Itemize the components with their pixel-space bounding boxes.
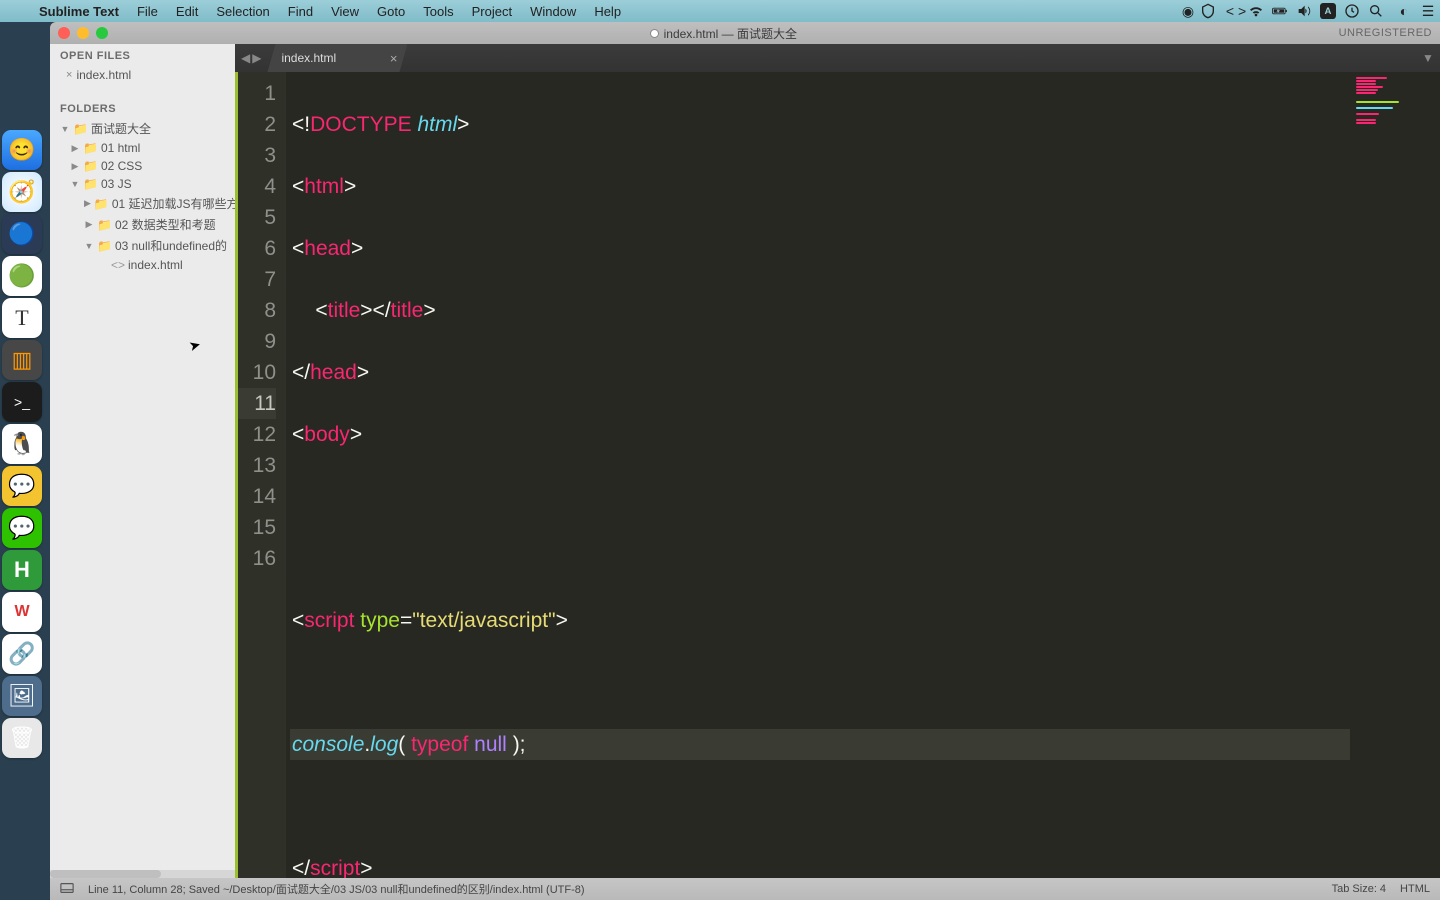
- folder-tree: ▼📁面试题大全 ▶📁01 html ▶📁02 CSS ▼📁03 JS ▶📁01 …: [50, 118, 235, 274]
- folder-icon: 📁: [94, 197, 109, 211]
- folder-03a[interactable]: ▶📁01 延迟加载JS有哪些方: [54, 193, 235, 214]
- minimize-window-button[interactable]: [77, 27, 89, 39]
- window-titlebar[interactable]: index.html — 面试题大全 UNREGISTERED: [50, 22, 1440, 44]
- menu-edit[interactable]: Edit: [167, 4, 207, 19]
- menu-window[interactable]: Window: [521, 4, 585, 19]
- zoom-window-button[interactable]: [96, 27, 108, 39]
- dock-quicktime-icon[interactable]: 🔵: [2, 214, 42, 254]
- wifi-icon[interactable]: [1248, 3, 1272, 19]
- dock-app1-icon[interactable]: 💬: [2, 466, 42, 506]
- menu-project[interactable]: Project: [463, 4, 521, 19]
- unregistered-label: UNREGISTERED: [1339, 27, 1432, 39]
- code-icon[interactable]: < >: [1224, 3, 1248, 19]
- sidebar: OPEN FILES × index.html FOLDERS ▼📁面试题大全 …: [50, 44, 235, 878]
- folder-03-js[interactable]: ▼📁03 JS: [54, 175, 235, 193]
- dock-baidu-icon[interactable]: 🔗: [2, 634, 42, 674]
- folder-03c[interactable]: ▼📁03 null和undefined的: [54, 235, 235, 256]
- folders-header: FOLDERS: [50, 97, 235, 118]
- folder-icon: 📁: [83, 141, 98, 155]
- dock-hbuilder-icon[interactable]: H: [2, 550, 42, 590]
- window-title: index.html — 面试题大全: [108, 25, 1339, 42]
- folder-icon: 📁: [97, 218, 112, 232]
- panel-toggle-icon[interactable]: [60, 881, 74, 898]
- menu-selection[interactable]: Selection: [207, 4, 278, 19]
- dock-wechat-icon[interactable]: 💬: [2, 508, 42, 548]
- record-icon[interactable]: ◉: [1176, 3, 1200, 20]
- menu-find[interactable]: Find: [279, 4, 322, 19]
- dock-chrome-icon[interactable]: 🟢: [2, 256, 42, 296]
- status-bar: Line 11, Column 28; Saved ~/Desktop/面试题大…: [50, 878, 1440, 900]
- file-icon: <>: [111, 258, 125, 272]
- clock-icon[interactable]: [1344, 3, 1368, 19]
- tab-bar: ◀▶ index.html × ▼: [235, 44, 1440, 72]
- editor-pane: ◀▶ index.html × ▼ 1 2 3 4 5 6 7: [235, 44, 1440, 878]
- close-file-icon[interactable]: ×: [66, 69, 72, 81]
- menu-view[interactable]: View: [322, 4, 368, 19]
- control-center-icon[interactable]: ☰: [1416, 3, 1440, 20]
- svg-text:A: A: [1325, 6, 1332, 17]
- dock-wps-icon[interactable]: W: [2, 592, 42, 632]
- app-menu[interactable]: Sublime Text: [30, 4, 128, 19]
- open-file-name: index.html: [76, 68, 131, 82]
- tab-label: index.html: [281, 51, 336, 65]
- macos-menubar: Sublime Text File Edit Selection Find Vi…: [0, 0, 1440, 22]
- dock-trash-icon[interactable]: 🗑: [2, 718, 42, 758]
- battery-icon[interactable]: [1272, 3, 1296, 19]
- close-window-button[interactable]: [58, 27, 70, 39]
- file-index-html[interactable]: <>index.html: [54, 256, 235, 274]
- menu-file[interactable]: File: [128, 4, 167, 19]
- code-area[interactable]: 1 2 3 4 5 6 7 8 9 10 11 12 13 14 15 16: [235, 72, 1440, 878]
- code-text[interactable]: <!DOCTYPE html> <html> <head> <title></t…: [286, 72, 1350, 878]
- tab-overflow-icon[interactable]: ▼: [1416, 44, 1440, 72]
- volume-icon[interactable]: [1296, 3, 1320, 19]
- folder-icon: 📁: [97, 239, 112, 253]
- traffic-lights: [58, 27, 108, 39]
- menu-help[interactable]: Help: [585, 4, 630, 19]
- minimap[interactable]: [1350, 72, 1440, 878]
- shield-icon[interactable]: [1200, 3, 1224, 19]
- dock-preview-icon[interactable]: 🖼: [2, 676, 42, 716]
- sidebar-hscrollbar[interactable]: [50, 870, 235, 878]
- line-gutter[interactable]: 1 2 3 4 5 6 7 8 9 10 11 12 13 14 15 16: [238, 72, 286, 878]
- tab-index-html[interactable]: index.html ×: [267, 44, 407, 72]
- folder-02-css[interactable]: ▶📁02 CSS: [54, 157, 235, 175]
- siri-icon[interactable]: ◐: [1392, 3, 1416, 19]
- folder-03b[interactable]: ▶📁02 数据类型和考题: [54, 214, 235, 235]
- tab-nav-arrows[interactable]: ◀▶: [235, 44, 267, 72]
- window-title-text: index.html — 面试题大全: [664, 25, 797, 42]
- menu-goto[interactable]: Goto: [368, 4, 414, 19]
- dock-terminal-icon[interactable]: >_: [2, 382, 42, 422]
- macos-dock: 😊 🧭 🔵 🟢 T ▥ >_ 🐧 💬 💬 H W 🔗 🖼 🗑: [2, 130, 46, 758]
- folder-root[interactable]: ▼📁面试题大全: [54, 118, 235, 139]
- sublime-window: index.html — 面试题大全 UNREGISTERED OPEN FIL…: [50, 22, 1440, 900]
- dock-text-icon[interactable]: T: [2, 298, 42, 338]
- status-tabsize[interactable]: Tab Size: 4: [1332, 883, 1386, 895]
- open-file-item[interactable]: × index.html: [50, 65, 235, 85]
- document-icon: [650, 29, 659, 38]
- folder-01-html[interactable]: ▶📁01 html: [54, 139, 235, 157]
- dock-safari-icon[interactable]: 🧭: [2, 172, 42, 212]
- status-left: Line 11, Column 28; Saved ~/Desktop/面试题大…: [88, 881, 585, 897]
- open-files-header: OPEN FILES: [50, 44, 235, 65]
- dock-finder-icon[interactable]: 😊: [2, 130, 42, 170]
- folder-icon: 📁: [83, 177, 98, 191]
- dock-qq-icon[interactable]: 🐧: [2, 424, 42, 464]
- folder-icon: 📁: [83, 159, 98, 173]
- menu-tools[interactable]: Tools: [414, 4, 462, 19]
- nav-back-icon[interactable]: ◀: [241, 51, 250, 65]
- tab-close-icon[interactable]: ×: [390, 51, 398, 66]
- dock-sublime-icon[interactable]: ▥: [2, 340, 42, 380]
- nav-fwd-icon[interactable]: ▶: [252, 51, 261, 65]
- spotlight-icon[interactable]: [1368, 3, 1392, 19]
- status-language[interactable]: HTML: [1400, 883, 1430, 895]
- folder-icon: 📁: [73, 122, 88, 136]
- input-icon[interactable]: A: [1320, 3, 1344, 19]
